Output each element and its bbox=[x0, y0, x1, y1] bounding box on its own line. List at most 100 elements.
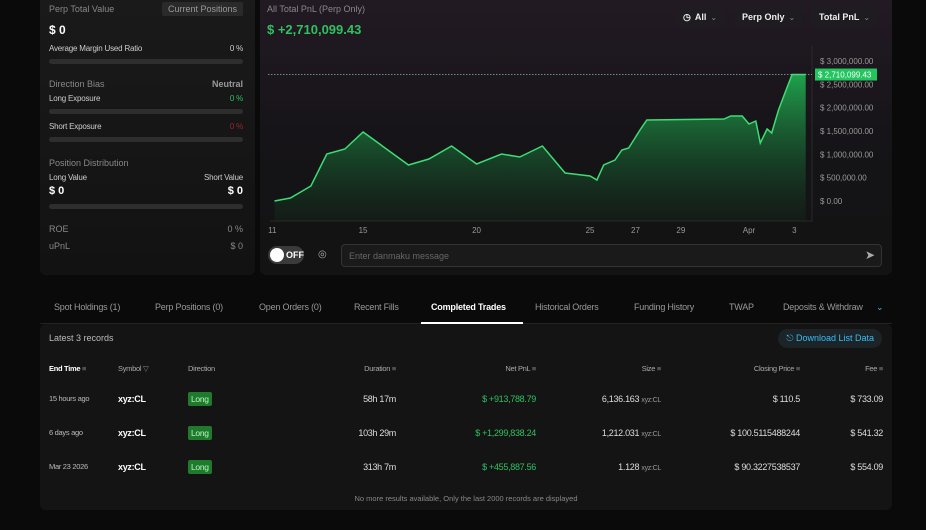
danmaku-placeholder: Enter danmaku message bbox=[349, 251, 450, 261]
direction-badge: Long bbox=[188, 426, 212, 440]
size-unit: xyz:CL bbox=[641, 431, 661, 438]
cell-net-pnl: $ +455,887.56 bbox=[482, 462, 536, 472]
toggle-label: OFF bbox=[286, 250, 304, 260]
header-label: Duration bbox=[364, 364, 391, 373]
tab-deposits-withdraw[interactable]: Deposits & Withdraw bbox=[783, 302, 863, 312]
toggle-knob bbox=[270, 248, 284, 262]
column-header-end-time[interactable]: End Time ≡ bbox=[49, 364, 86, 373]
x-tick-label: 15 bbox=[359, 226, 368, 235]
danmaku-settings-icon[interactable]: ◎ bbox=[318, 249, 327, 260]
records-count: Latest 3 records bbox=[49, 333, 114, 343]
x-tick-label: 27 bbox=[631, 226, 640, 235]
tab-spot-holdings[interactable]: Spot Holdings (1) bbox=[54, 302, 120, 312]
cell-fee: $ 554.09 bbox=[850, 462, 883, 472]
sort-icon[interactable]: ≡ bbox=[82, 364, 86, 373]
header-label: Size bbox=[641, 364, 656, 373]
sort-icon[interactable]: ≡ bbox=[879, 364, 883, 373]
cell-fee: $ 541.32 bbox=[850, 428, 883, 438]
cell-size: 1,212.031 xyz:CL bbox=[602, 428, 661, 438]
cell-closing-price: $ 100.5115488244 bbox=[730, 428, 800, 438]
cell-net-pnl: $ +1,299,838.24 bbox=[475, 428, 536, 438]
cell-closing-price: $ 110.5 bbox=[772, 394, 801, 404]
tab-historical-orders[interactable]: Historical Orders bbox=[535, 302, 599, 312]
x-tick-label: 20 bbox=[472, 226, 481, 235]
tab-perp-positions[interactable]: Perp Positions (0) bbox=[155, 302, 223, 312]
more-tabs-chevron-icon[interactable]: ⌄ bbox=[876, 302, 884, 313]
header-label: Net PnL bbox=[505, 364, 531, 373]
completed-trades-table: Latest 3 records ⎋ Download List Data En… bbox=[40, 324, 892, 510]
download-label: Download List Data bbox=[795, 333, 874, 343]
cell-end-time: 6 days ago bbox=[49, 428, 83, 437]
header-label: Symbol bbox=[118, 364, 142, 373]
y-tick-label: $ 2,500,000.00 bbox=[820, 80, 874, 89]
tab-bar: Spot Holdings (1) Perp Positions (0) Open … bbox=[40, 296, 892, 324]
upnl-label: uPnL bbox=[49, 241, 71, 251]
tab-open-orders[interactable]: Open Orders (0) bbox=[259, 302, 322, 312]
table-footer: No more results available, Only the last… bbox=[354, 494, 578, 503]
cell-size: 6,136.163 xyz:CL bbox=[602, 394, 661, 404]
cell-end-time: 15 hours ago bbox=[49, 394, 90, 403]
download-list-button[interactable]: ⎋ Download List Data bbox=[778, 329, 882, 348]
tab-funding-history[interactable]: Funding History bbox=[634, 302, 694, 312]
x-tick-label: Apr bbox=[743, 226, 756, 235]
cell-duration: 103h 29m bbox=[358, 428, 396, 438]
direction-badge: Long bbox=[188, 392, 212, 406]
danmaku-input[interactable]: Enter danmaku message ➤ bbox=[341, 244, 882, 267]
cell-direction: Long bbox=[188, 392, 212, 406]
column-header-duration[interactable]: Duration ≡ bbox=[364, 364, 396, 373]
cell-size: 1.128 xyz:CL bbox=[618, 462, 661, 472]
table-row[interactable]: 15 hours ago xyz:CL Long 58h 17m $ +913,788.… bbox=[40, 384, 892, 418]
cell-net-pnl: $ +913,788.79 bbox=[482, 394, 536, 404]
table-row[interactable]: Mar 23 2026 xyz:CL Long 313h 7m $ +455,887.5… bbox=[40, 452, 892, 486]
cell-direction: Long bbox=[188, 426, 212, 440]
danmaku-toggle[interactable]: OFF bbox=[268, 246, 304, 264]
tab-twap[interactable]: TWAP bbox=[729, 302, 754, 312]
cell-end-time: Mar 23 2026 bbox=[49, 462, 88, 471]
column-header-net-pnl[interactable]: Net PnL ≡ bbox=[505, 364, 536, 373]
last-value-label: $ 2,710,099.43 bbox=[818, 71, 872, 80]
header-label: Direction bbox=[188, 364, 215, 373]
upnl-value: $ 0 bbox=[230, 241, 243, 251]
cell-duration: 313h 7m bbox=[363, 462, 396, 472]
x-tick-label: 11 bbox=[268, 226, 277, 235]
column-header-direction[interactable]: Direction bbox=[188, 364, 215, 373]
y-tick-label: $ 1,000,000.00 bbox=[820, 150, 874, 159]
tab-completed-trades[interactable]: Completed Trades bbox=[431, 302, 506, 312]
y-tick-label: $ 3,000,000.00 bbox=[820, 57, 874, 66]
size-unit: xyz:CL bbox=[641, 397, 661, 404]
download-file-icon: ⎋ bbox=[786, 333, 796, 343]
table-row[interactable]: 6 days ago xyz:CL Long 103h 29m $ +1,299,838… bbox=[40, 418, 892, 452]
cell-symbol: xyz:CL bbox=[118, 394, 146, 404]
column-header-size[interactable]: Size ≡ bbox=[641, 364, 662, 373]
cell-symbol: xyz:CL bbox=[118, 462, 146, 472]
column-header-closing-price[interactable]: Closing Price ≡ bbox=[754, 364, 800, 373]
header-label: Closing Price bbox=[753, 364, 795, 373]
y-tick-label: $ 1,500,000.00 bbox=[820, 127, 874, 136]
sort-icon[interactable]: ≡ bbox=[796, 364, 800, 373]
size-value: 6,136.163 bbox=[601, 394, 640, 404]
size-value: 1,212.031 bbox=[601, 428, 640, 438]
sort-icon[interactable]: ≡ bbox=[392, 364, 396, 373]
cell-symbol: xyz:CL bbox=[118, 428, 146, 438]
cell-closing-price: $ 90.3227538537 bbox=[734, 462, 800, 472]
sort-icon[interactable]: ≡ bbox=[532, 364, 536, 373]
pnl-chart: $ 0.00 $ 500,000.00 $ 1,000,000.00 $ 1,500,… bbox=[268, 45, 877, 235]
sort-icon[interactable]: ≡ bbox=[657, 364, 661, 373]
cell-direction: Long bbox=[188, 460, 212, 474]
x-tick-label: 25 bbox=[586, 226, 595, 235]
cell-fee: $ 733.09 bbox=[850, 394, 883, 404]
send-icon[interactable]: ➤ bbox=[865, 248, 875, 262]
size-unit: xyz:CL bbox=[641, 465, 661, 472]
column-header-fee[interactable]: Fee ≡ bbox=[865, 364, 883, 373]
x-tick-label: 3 bbox=[792, 226, 797, 235]
y-tick-label: $ 500,000.00 bbox=[820, 174, 867, 183]
filter-icon[interactable]: ▽ bbox=[143, 364, 149, 373]
x-tick-label: 29 bbox=[676, 226, 685, 235]
y-tick-label: $ 0.00 bbox=[820, 197, 843, 206]
tab-recent-fills[interactable]: Recent Fills bbox=[354, 302, 399, 312]
header-label: End Time bbox=[49, 364, 81, 373]
size-value: 1.128 bbox=[618, 462, 640, 472]
column-header-symbol[interactable]: Symbol ▽ bbox=[118, 364, 149, 373]
header-label: Fee bbox=[865, 364, 878, 373]
cell-duration: 58h 17m bbox=[363, 394, 396, 404]
